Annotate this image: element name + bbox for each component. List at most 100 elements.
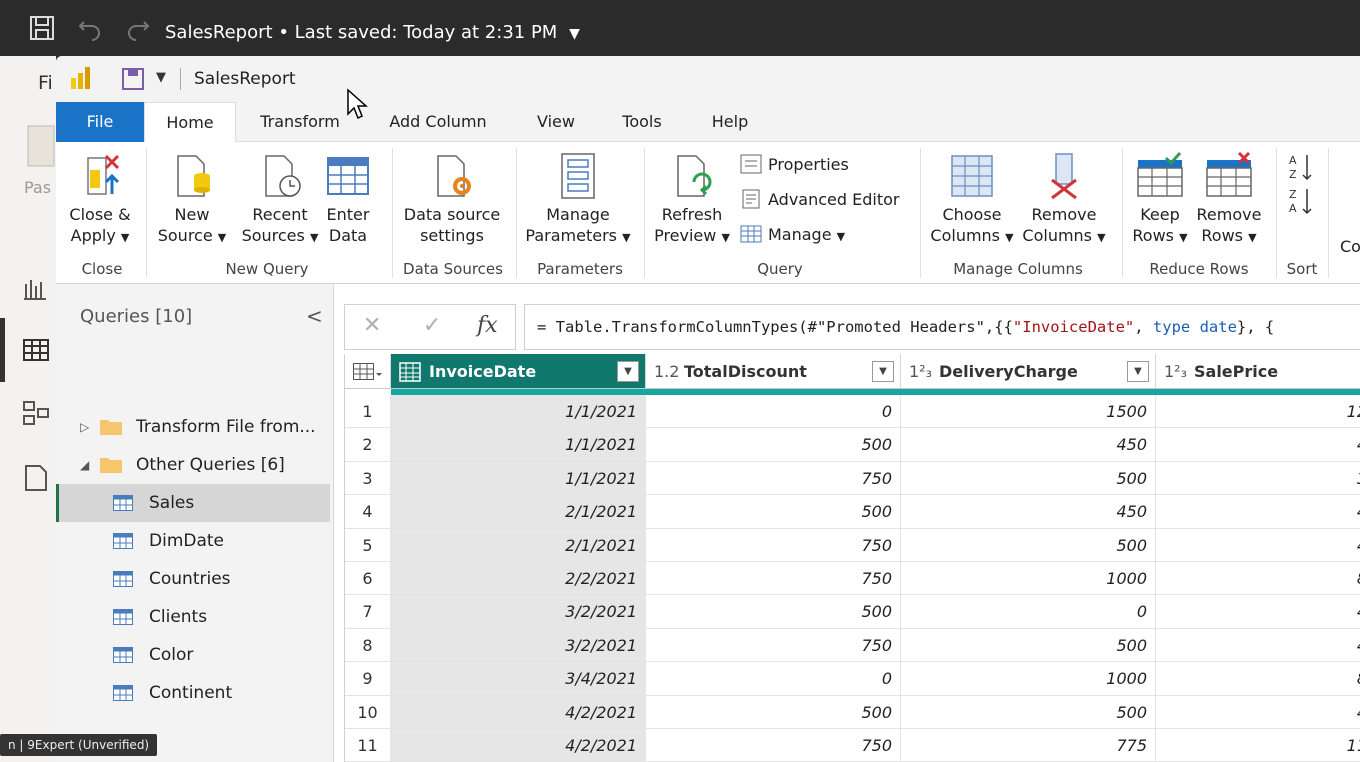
close-apply-button[interactable]: Close & Apply ▼ — [64, 152, 136, 248]
query-folder-other-queries[interactable]: ◢ Other Queries [6] — [56, 446, 330, 484]
table-row[interactable]: 21/1/20215004504 — [345, 428, 1360, 462]
whole-number-type-icon[interactable]: 1²₃ — [909, 354, 932, 388]
cell-deliverycharge[interactable]: 775 — [901, 729, 1156, 762]
manage-parameters-button[interactable]: Manage Parameters ▼ — [524, 152, 632, 248]
query-item-color[interactable]: Color — [56, 636, 330, 674]
cell-deliverycharge[interactable]: 500 — [901, 528, 1156, 562]
table-row[interactable]: 93/4/2021010008 — [345, 662, 1360, 696]
enter-data-button[interactable]: Enter Data — [318, 152, 378, 246]
table-row[interactable]: 83/2/20217505004 — [345, 628, 1360, 663]
commit-formula-icon[interactable]: ✓ — [423, 313, 441, 338]
cell-totaldiscount[interactable]: 750 — [646, 628, 901, 663]
report-view-icon[interactable] — [20, 272, 52, 304]
redo-icon[interactable] — [124, 14, 152, 42]
whole-number-type-icon[interactable]: 1²₃ — [1164, 354, 1187, 388]
cell-invoicedate[interactable]: 1/1/2021 — [391, 395, 646, 429]
tab-help[interactable]: Help — [700, 102, 760, 142]
query-item-clients[interactable]: Clients — [56, 598, 330, 636]
cell-invoicedate[interactable]: 4/2/2021 — [391, 729, 646, 762]
tab-add-column[interactable]: Add Column — [378, 102, 498, 142]
row-number[interactable]: 6 — [345, 562, 391, 596]
query-folder-transform-file[interactable]: ▷ Transform File from... — [56, 408, 330, 446]
cell-saleprice[interactable]: 11 — [1156, 729, 1360, 762]
row-number[interactable]: 5 — [345, 528, 391, 562]
tab-view[interactable]: View — [526, 102, 586, 142]
combine-button-fragment[interactable]: Co — [1340, 236, 1360, 258]
collapse-arrow-icon[interactable]: ◢ — [80, 446, 89, 484]
row-number[interactable]: 8 — [345, 628, 391, 663]
cell-totaldiscount[interactable]: 0 — [646, 395, 901, 429]
cell-invoicedate[interactable]: 1/1/2021 — [391, 428, 646, 462]
row-number[interactable]: 4 — [345, 495, 391, 529]
cell-invoicedate[interactable]: 3/2/2021 — [391, 595, 646, 629]
choose-columns-button[interactable]: Choose Columns ▼ — [928, 152, 1016, 248]
save-icon[interactable] — [28, 14, 56, 42]
table-row[interactable]: 73/2/202150004 — [345, 595, 1360, 629]
cancel-formula-icon[interactable]: ✕ — [363, 313, 381, 338]
cell-invoicedate[interactable]: 3/2/2021 — [391, 628, 646, 663]
column-header-deliverycharge[interactable]: 1²₃ DeliveryCharge ▼ — [901, 354, 1156, 389]
cell-deliverycharge[interactable]: 1000 — [901, 562, 1156, 596]
date-type-icon[interactable] — [399, 362, 421, 382]
cell-saleprice[interactable]: 4 — [1156, 428, 1360, 462]
cell-deliverycharge[interactable]: 450 — [901, 495, 1156, 529]
undo-icon[interactable] — [76, 14, 104, 42]
cell-deliverycharge[interactable]: 500 — [901, 628, 1156, 663]
cell-totaldiscount[interactable]: 750 — [646, 729, 901, 762]
row-number[interactable]: 7 — [345, 595, 391, 629]
cell-totaldiscount[interactable]: 750 — [646, 528, 901, 562]
query-item-sales[interactable]: Sales — [56, 484, 330, 522]
model-view-icon[interactable] — [20, 398, 52, 430]
column-filter-dropdown-icon[interactable]: ▼ — [872, 361, 894, 382]
table-row[interactable]: 52/1/20217505004 — [345, 528, 1360, 562]
table-row[interactable]: 114/2/202175077511 — [345, 729, 1360, 762]
data-source-settings-button[interactable]: Data source settings — [400, 152, 504, 246]
tab-file[interactable]: File — [56, 102, 144, 142]
new-source-button[interactable]: New Source ▼ — [154, 152, 230, 248]
tab-transform[interactable]: Transform — [246, 102, 354, 142]
cell-invoicedate[interactable]: 3/4/2021 — [391, 662, 646, 696]
row-number[interactable]: 1 — [345, 395, 391, 429]
remove-columns-button[interactable]: Remove Columns ▼ — [1020, 152, 1108, 248]
cell-totaldiscount[interactable]: 0 — [646, 662, 901, 696]
save-icon[interactable] — [122, 68, 144, 90]
row-number[interactable]: 3 — [345, 461, 391, 496]
column-header-totaldiscount[interactable]: 1.2 TotalDiscount ▼ — [646, 354, 901, 389]
cell-saleprice[interactable]: 8 — [1156, 562, 1360, 596]
cell-invoicedate[interactable]: 1/1/2021 — [391, 461, 646, 496]
decimal-type-icon[interactable]: 1.2 — [654, 354, 679, 388]
cell-deliverycharge[interactable]: 500 — [901, 695, 1156, 729]
sort-descending-button[interactable]: ZA — [1288, 186, 1320, 216]
row-number[interactable]: 9 — [345, 662, 391, 696]
cell-saleprice[interactable]: 4 — [1156, 696, 1360, 729]
cell-totaldiscount[interactable]: 500 — [646, 495, 901, 529]
query-item-countries[interactable]: Countries — [56, 560, 330, 598]
cell-invoicedate[interactable]: 2/1/2021 — [391, 528, 646, 562]
table-row[interactable]: 11/1/20210150012 — [345, 395, 1360, 429]
cell-deliverycharge[interactable]: 0 — [901, 595, 1156, 629]
column-filter-dropdown-icon[interactable]: ▼ — [617, 361, 639, 382]
cell-totaldiscount[interactable]: 750 — [646, 461, 901, 496]
cell-deliverycharge[interactable]: 1000 — [901, 662, 1156, 696]
table-row[interactable]: 42/1/20215004504 — [345, 495, 1360, 529]
dax-query-icon[interactable] — [20, 462, 52, 494]
cell-invoicedate[interactable]: 4/2/2021 — [391, 695, 646, 729]
cell-saleprice[interactable]: 8 — [1156, 662, 1360, 696]
keep-rows-button[interactable]: Keep Rows ▼ — [1130, 152, 1190, 248]
query-item-dimdate[interactable]: DimDate — [56, 522, 330, 560]
background-window-title[interactable]: SalesReport • Last saved: Today at 2:31 … — [165, 22, 580, 43]
recent-sources-button[interactable]: Recent Sources ▼ — [240, 152, 320, 248]
tab-home[interactable]: Home — [144, 102, 236, 143]
cell-totaldiscount[interactable]: 750 — [646, 562, 901, 596]
table-row[interactable]: 104/2/20215005004 — [345, 695, 1360, 729]
cell-invoicedate[interactable]: 2/2/2021 — [391, 562, 646, 596]
row-number[interactable]: 10 — [345, 695, 391, 729]
cell-saleprice[interactable]: 12 — [1156, 395, 1360, 429]
cell-totaldiscount[interactable]: 500 — [646, 695, 901, 729]
sort-ascending-button[interactable]: AZ — [1288, 152, 1320, 182]
expand-arrow-icon[interactable]: ▷ — [80, 408, 89, 446]
function-icon[interactable]: fx — [477, 313, 498, 338]
cell-saleprice[interactable]: 4 — [1156, 529, 1360, 562]
cell-totaldiscount[interactable]: 500 — [646, 595, 901, 629]
properties-button[interactable]: Properties — [740, 154, 849, 176]
